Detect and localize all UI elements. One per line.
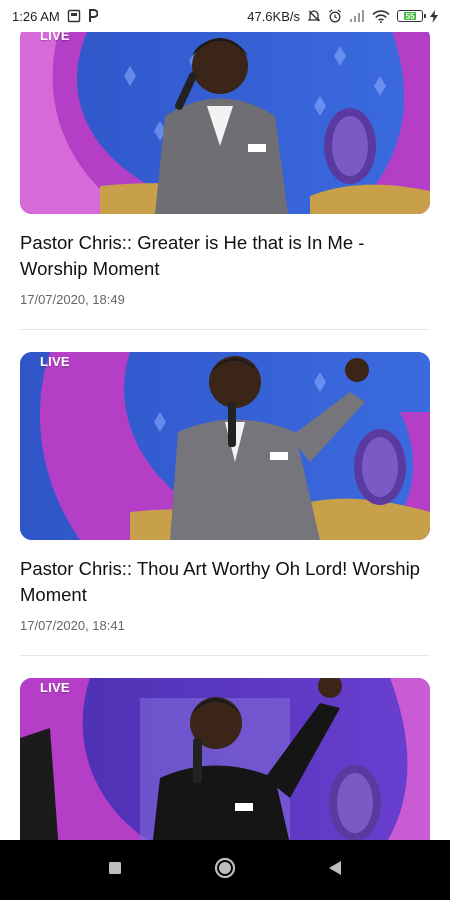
status-right: 47.6KB/s 55 <box>247 9 438 24</box>
recents-button[interactable] <box>95 850 135 890</box>
live-badge: LIVE <box>40 680 70 695</box>
video-card[interactable]: LIVE Pastor Chris:: Greater is He that i… <box>0 32 450 330</box>
status-left: 1:26 AM <box>12 9 98 24</box>
thumbnail-image <box>20 32 430 214</box>
live-badge: LIVE <box>40 354 70 369</box>
alarm-icon <box>328 9 342 23</box>
live-badge: LIVE <box>40 32 70 43</box>
mute-icon <box>307 9 321 23</box>
thumbnail-image <box>20 352 430 540</box>
video-feed[interactable]: LIVE Pastor Chris:: Greater is He that i… <box>0 32 450 840</box>
back-button[interactable] <box>315 850 355 890</box>
video-date: 17/07/2020, 18:49 <box>20 292 125 307</box>
video-thumbnail[interactable]: LIVE <box>20 678 430 840</box>
video-thumbnail[interactable]: LIVE <box>20 352 430 540</box>
back-icon <box>328 860 342 881</box>
home-button[interactable] <box>205 850 245 890</box>
video-card[interactable]: LIVE <box>0 678 450 840</box>
video-card[interactable]: LIVE Pastor Chris:: Thou Art Worthy Oh L… <box>0 352 450 656</box>
p-icon <box>88 9 98 23</box>
battery-icon: 55 <box>397 10 426 22</box>
signal-icon <box>349 10 365 22</box>
screenshot-icon <box>67 9 81 23</box>
status-bar: 1:26 AM 47.6KB/s 55 <box>0 0 450 32</box>
video-title[interactable]: Pastor Chris:: Greater is He that is In … <box>20 230 430 282</box>
wifi-icon <box>372 9 390 23</box>
status-time: 1:26 AM <box>12 8 60 24</box>
video-date: 17/07/2020, 18:41 <box>20 618 125 633</box>
battery-level: 55 <box>403 11 417 21</box>
home-icon <box>214 857 236 884</box>
recents-icon <box>108 861 122 880</box>
network-speed: 47.6KB/s <box>247 8 300 24</box>
video-thumbnail[interactable]: LIVE <box>20 32 430 214</box>
video-title[interactable]: Pastor Chris:: Thou Art Worthy Oh Lord! … <box>20 556 430 608</box>
thumbnail-image <box>20 678 430 840</box>
navigation-bar <box>0 840 450 900</box>
charging-icon <box>430 9 438 23</box>
